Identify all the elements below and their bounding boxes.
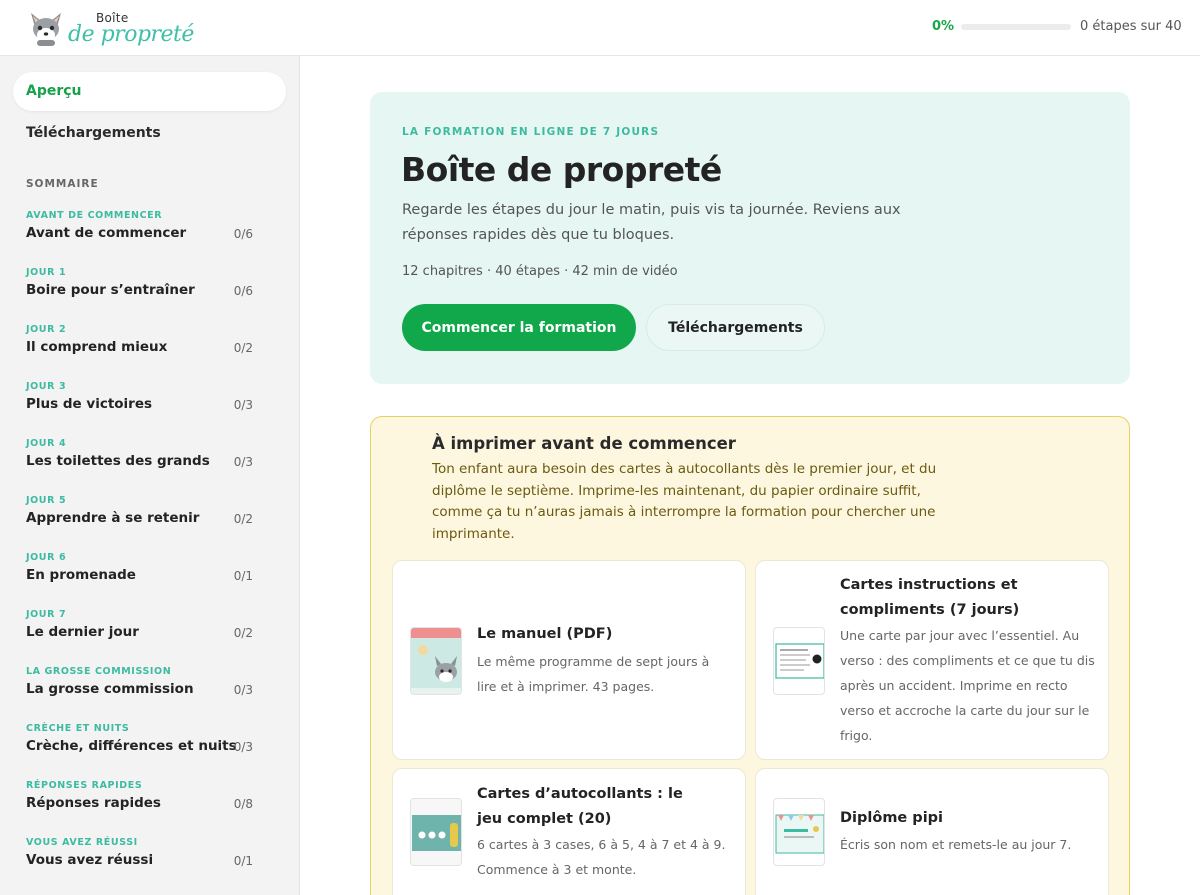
site-logo[interactable]: Boîte de propreté [27, 6, 194, 50]
chapter-count: 0/6 [233, 227, 253, 241]
chapter-title: Réponses rapides [26, 795, 161, 811]
chapter-item[interactable]: JOUR 6 En promenade 0/1 [26, 552, 258, 609]
chapter-label: AVANT DE COMMENCER [26, 210, 163, 221]
chapter-title: Plus de victoires [26, 396, 153, 412]
chapter-label: JOUR 7 [26, 609, 67, 620]
page-title: Boîte de propreté [401, 150, 722, 189]
chapter-item[interactable]: JOUR 5 Apprendre à se retenir 0/2 [26, 495, 258, 552]
chapter-count: 0/1 [233, 854, 253, 868]
manual-thumbnail [410, 627, 462, 695]
card-title: Diplôme pipi [840, 810, 944, 826]
chapter-item[interactable]: JOUR 4 Les toilettes des grands 0/3 [26, 438, 258, 495]
chapter-label: JOUR 3 [26, 381, 67, 392]
chapter-count: 0/3 [233, 740, 253, 754]
chapter-label: JOUR 1 [26, 267, 67, 278]
chapter-item[interactable]: JOUR 3 Plus de victoires 0/3 [26, 381, 258, 438]
chapter-title: En promenade [26, 567, 136, 583]
chapter-title: Les toilettes des grands [26, 453, 210, 469]
download-card-diploma[interactable]: Diplôme pipi Écris son nom et remets-le … [755, 768, 1109, 895]
chapter-count: 0/3 [233, 683, 253, 697]
progress-bar [961, 24, 1071, 30]
chapter-label: JOUR 6 [26, 552, 67, 563]
sticker-card-icon [412, 815, 461, 851]
chapter-title: Le dernier jour [26, 624, 139, 640]
print-panel-description: Ton enfant aura besoin des cartes à auto… [432, 461, 937, 542]
diploma-thumbnail [773, 798, 825, 866]
chapter-count: 0/3 [233, 455, 253, 469]
chapter-label: CRÈCHE ET NUITS [26, 723, 130, 734]
course-hero: LA FORMATION EN LIGNE DE 7 JOURS Boîte d… [370, 92, 1130, 384]
chapter-label: JOUR 2 [26, 324, 67, 335]
chapter-item[interactable]: LA GROSSE COMMISSION La grosse commissio… [26, 666, 258, 723]
chapter-count: 0/2 [233, 341, 253, 355]
sidebar-item-apercu[interactable]: Aperçu [13, 72, 286, 111]
chapter-count: 0/6 [233, 284, 253, 298]
logo-text-big: de propreté [68, 22, 194, 47]
card-description: Une carte par jour avec l’essentiel. Au … [840, 628, 1095, 743]
instructions-thumbnail [773, 627, 825, 695]
print-before-start-panel: À imprimer avant de commencer Ton enfant… [370, 416, 1130, 895]
sidebar-item-telechargements[interactable]: Téléchargements [26, 125, 161, 141]
chapter-title: Il comprend mieux [26, 339, 168, 355]
fox-icon [31, 13, 61, 46]
card-title: Le manuel (PDF) [477, 626, 613, 642]
chapter-item[interactable]: JOUR 1 Boire pour s’entraîner 0/6 [26, 267, 258, 324]
sommaire-heading: SOMMAIRE [26, 178, 99, 190]
chapter-title: Avant de commencer [26, 225, 187, 241]
download-card-stickers[interactable]: Cartes d’autocollants : le jeu complet (… [392, 768, 746, 895]
sidebar: Aperçu Téléchargements SOMMAIRE AVANT DE… [0, 56, 300, 895]
fox-icon [411, 628, 461, 694]
download-card-manual[interactable]: Le manuel (PDF) Le même programme de sep… [392, 560, 746, 760]
chapter-item[interactable]: VOUS AVEZ RÉUSSI Vous avez réussi 0/1 [26, 837, 258, 894]
chapter-title: La grosse commission [26, 681, 194, 697]
chapter-title: Boire pour s’entraîner [26, 282, 195, 298]
card-description: Le même programme de sept jours à lire e… [477, 654, 710, 694]
card-description: 6 cartes à 3 cases, 6 à 5, 4 à 7 et 4 à … [477, 837, 726, 877]
chapter-item[interactable]: JOUR 7 Le dernier jour 0/2 [26, 609, 258, 666]
chapter-title: Apprendre à se retenir [26, 510, 200, 526]
chapter-count: 0/3 [233, 398, 253, 412]
chapter-item[interactable]: AVANT DE COMMENCER Avant de commencer 0/… [26, 210, 258, 267]
downloads-button[interactable]: Téléchargements [646, 304, 825, 351]
chapter-label: JOUR 5 [26, 495, 67, 506]
chapter-label: JOUR 4 [26, 438, 67, 449]
chapter-label: RÉPONSES RAPIDES [26, 780, 143, 791]
chapter-item[interactable]: CRÈCHE ET NUITS Crèche, différences et n… [26, 723, 258, 780]
progress-text: 0 étapes sur 40 [1080, 19, 1182, 34]
card-description: Écris son nom et remets-le au jour 7. [840, 837, 1072, 852]
chapter-count: 0/2 [233, 626, 253, 640]
chapter-count: 0/1 [233, 569, 253, 583]
download-card-instructions[interactable]: Cartes instructions et compliments (7 jo… [755, 560, 1109, 760]
card-preview-icon [775, 643, 824, 679]
stickers-thumbnail [410, 798, 462, 866]
hero-eyebrow: LA FORMATION EN LIGNE DE 7 JOURS [402, 126, 660, 138]
card-title: Cartes instructions et compliments (7 jo… [840, 577, 1020, 618]
hero-meta: 12 chapitres · 40 étapes · 42 min de vid… [402, 264, 678, 279]
hero-description: Regarde les étapes du jour le matin, pui… [402, 202, 901, 243]
diploma-icon [775, 814, 824, 854]
chapter-title: Vous avez réussi [26, 852, 154, 868]
print-panel-title: À imprimer avant de commencer [432, 434, 736, 453]
chapter-count: 0/8 [233, 797, 253, 811]
sidebar-item-label: Aperçu [26, 83, 82, 99]
start-course-button[interactable]: Commencer la formation [402, 304, 636, 351]
chapter-count: 0/2 [233, 512, 253, 526]
chapter-label: LA GROSSE COMMISSION [26, 666, 172, 677]
chapter-item[interactable]: RÉPONSES RAPIDES Réponses rapides 0/8 [26, 780, 258, 837]
chapter-label: VOUS AVEZ RÉUSSI [26, 837, 138, 848]
chapter-item[interactable]: JOUR 2 Il comprend mieux 0/2 [26, 324, 258, 381]
progress-percent: 0% [932, 19, 955, 34]
chapter-title: Crèche, différences et nuits [26, 738, 237, 754]
chapter-list: AVANT DE COMMENCER Avant de commencer 0/… [26, 210, 258, 894]
card-title: Cartes d’autocollants : le jeu complet (… [477, 786, 683, 827]
top-header: Boîte de propreté 0% 0 étapes sur 40 [0, 0, 1200, 56]
